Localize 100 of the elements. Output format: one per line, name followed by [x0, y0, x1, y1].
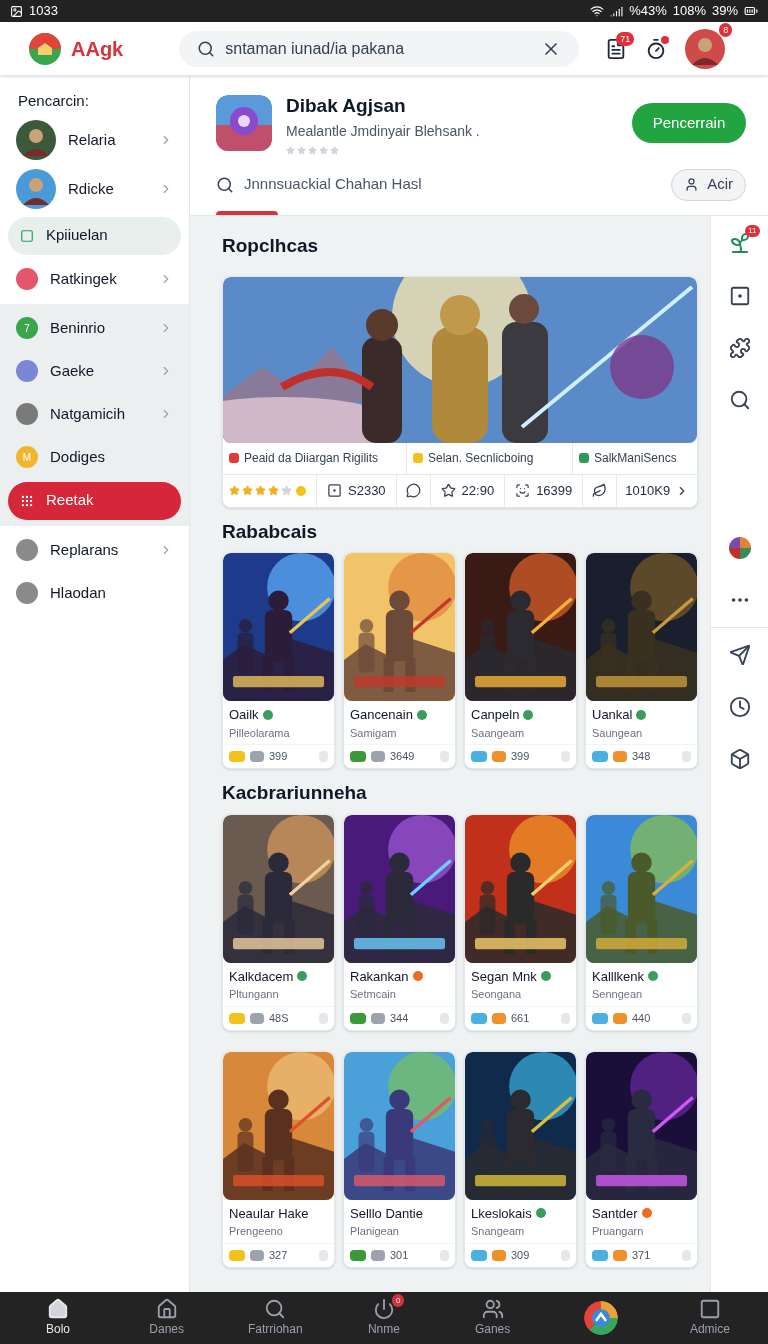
app-subtitle: Mealantle Jmdinyair Blehsank .: [286, 121, 480, 141]
chip-icon: [371, 751, 385, 762]
chip-icon: [229, 751, 245, 762]
nav-item[interactable]: Admice: [673, 1298, 746, 1338]
game-subtitle: Saungean: [591, 725, 644, 741]
game-card[interactable]: Santder Pruangarn 371: [585, 1050, 698, 1268]
featured-card[interactable]: Peaid da Diiargan Rigilits Selan. Secnlicboing SalkManiSencs S2330 22:90 16399 1010K9: [222, 275, 698, 508]
avatar: [685, 28, 726, 69]
chip-icon: [350, 751, 366, 762]
count: 399: [511, 749, 530, 765]
stat-value: 22:90: [461, 481, 495, 500]
search-icon: [197, 39, 216, 58]
count: 440: [632, 1010, 651, 1026]
search-icon[interactable]: [728, 389, 751, 411]
count: 661: [511, 1010, 530, 1026]
house-icon[interactable]: [155, 1298, 178, 1320]
game-subtitle: Planigean: [349, 1224, 400, 1239]
game-subtitle: Pruangarn: [591, 1224, 645, 1239]
clock-time: 1033: [29, 2, 58, 21]
game-subtitle: Snangeam: [470, 1224, 526, 1239]
game-card[interactable]: Rakankan Setmcain 344: [343, 813, 456, 1031]
leaf-icon[interactable]: [592, 483, 608, 498]
send-icon[interactable]: [728, 644, 751, 666]
status-reading: %43%: [629, 2, 667, 21]
stat-value: 1010K9: [625, 481, 671, 500]
nav-item[interactable]: Bolo: [22, 1298, 94, 1338]
wifi-icon: [590, 4, 605, 18]
game-title: Selllo Dantie: [350, 1204, 423, 1223]
search-field[interactable]: sntaman iunad/ia pakana: [179, 30, 580, 67]
nav-item[interactable]: Ganes: [456, 1298, 529, 1338]
count: 309: [511, 1247, 530, 1263]
sidebar-item[interactable]: Reetak: [8, 481, 181, 520]
square-icon: [20, 228, 34, 243]
game-card[interactable]: Canpeln Saangeam 399: [464, 552, 577, 769]
game-title: Oailk: [229, 706, 259, 724]
chip-icon: [613, 1249, 627, 1261]
search-icon: [216, 175, 234, 194]
account-button[interactable]: Acir: [671, 168, 746, 201]
home-icon[interactable]: [47, 1298, 69, 1320]
square-icon[interactable]: [698, 1298, 721, 1320]
star-icon: [242, 485, 253, 496]
square-icon[interactable]: [728, 285, 751, 307]
count: 327: [269, 1247, 288, 1263]
game-title: Lkeslokais: [471, 1204, 532, 1223]
signal-icon: [610, 4, 624, 18]
game-card[interactable]: Oailk Pilleolarama 399: [222, 552, 335, 769]
sidebar-item[interactable]: Ratkingek: [0, 257, 189, 301]
nav-item[interactable]: Fatrriohan: [239, 1298, 312, 1338]
chat-icon[interactable]: [405, 483, 421, 498]
game-subtitle: Pltungann: [228, 987, 280, 1002]
search-field[interactable]: Jnnnsuackial Chahan Hasl: [244, 173, 544, 196]
app-icon[interactable]: [216, 95, 272, 152]
game-card[interactable]: Selllo Dantie Planigean 301: [343, 1050, 456, 1268]
people-icon[interactable]: [481, 1298, 504, 1320]
chip-icon: [471, 751, 487, 762]
sidebar-item[interactable]: Kpiiuelan: [8, 216, 181, 255]
sidebar-item[interactable]: 7 Beninrio: [0, 306, 189, 350]
game-card[interactable]: Kalkdacem Pltungann 48S: [222, 813, 335, 1031]
puzzle-icon[interactable]: [728, 337, 751, 359]
star-icon: [286, 145, 295, 155]
app-name: AAgk: [71, 36, 124, 62]
game-card[interactable]: Gancenain Samigam 3649: [343, 552, 456, 769]
sidebar-item[interactable]: Relaria: [0, 115, 189, 165]
sidebar-item[interactable]: Rdicke: [0, 164, 189, 214]
star-icon: [440, 483, 456, 498]
game-card[interactable]: Kalllkenk Senngean 440: [585, 813, 698, 1031]
power-icon[interactable]: [372, 1298, 395, 1320]
status-reading: 39%: [711, 2, 738, 21]
chip-icon: [613, 751, 627, 762]
count: 48S: [269, 1010, 289, 1026]
sidebar-item[interactable]: M Dodiges: [0, 435, 189, 479]
search-icon[interactable]: [264, 1298, 287, 1320]
star-icon: [308, 145, 317, 155]
avatar: [16, 120, 56, 160]
logo-icon[interactable]: [584, 1301, 619, 1335]
chip-icon: [250, 1249, 264, 1261]
game-title: Rakankan: [350, 967, 409, 986]
sidebar-item[interactable]: Gaeke: [0, 349, 189, 393]
box-icon[interactable]: [728, 748, 751, 770]
chip-icon: [371, 1012, 385, 1024]
star-icon: [330, 145, 339, 155]
game-card[interactable]: Segan Mnk Seongana 661: [464, 813, 577, 1031]
chip-icon: [471, 1012, 487, 1024]
chip-icon: [613, 1012, 627, 1024]
avatar: [16, 169, 56, 209]
game-card[interactable]: Neaular Hake Prengeeno 327: [222, 1050, 335, 1268]
nav-item[interactable]: Danes: [130, 1298, 203, 1338]
chip-icon: [492, 751, 506, 762]
star-icon: [281, 485, 292, 496]
sidebar-item[interactable]: Hlaodan: [0, 571, 189, 615]
star-icon: [268, 485, 279, 496]
clock-icon[interactable]: [728, 696, 751, 718]
chip-icon: [350, 1012, 366, 1024]
sidebar-item[interactable]: Replarans: [0, 528, 189, 572]
game-card[interactable]: Uankal Saungean 348: [585, 552, 698, 769]
coin-icon: [296, 485, 306, 496]
game-title: Kalllkenk: [592, 967, 645, 986]
color-wheel-icon[interactable]: [728, 537, 751, 559]
game-card[interactable]: Lkeslokais Snangeam 309: [464, 1050, 577, 1268]
sidebar-item[interactable]: Natgamicih: [0, 392, 189, 436]
